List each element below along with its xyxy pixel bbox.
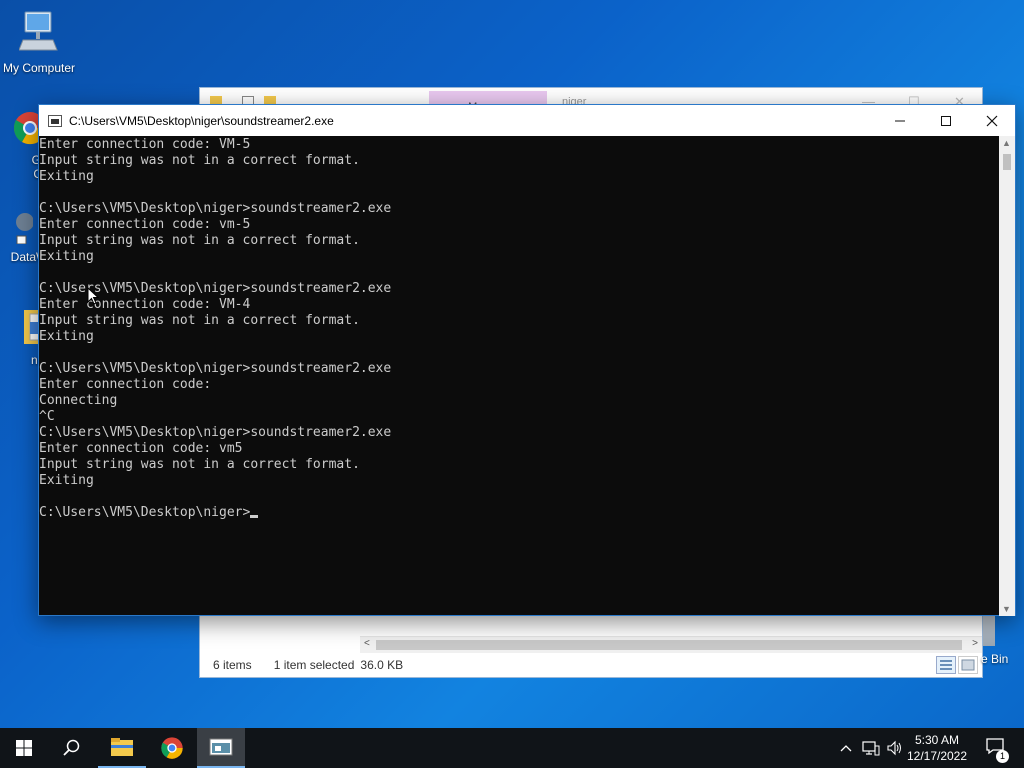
close-button[interactable] bbox=[969, 105, 1015, 136]
console-titlebar[interactable]: C:\Users\VM5\Desktop\niger\soundstreamer… bbox=[39, 105, 1015, 136]
console-line: Exiting bbox=[39, 169, 94, 184]
scrollbar-thumb[interactable] bbox=[1003, 154, 1011, 170]
file-explorer-icon bbox=[111, 738, 133, 756]
console-window[interactable]: C:\Users\VM5\Desktop\niger\soundstreamer… bbox=[38, 104, 1016, 616]
console-line: C:\Users\VM5\Desktop\niger>soundstreamer… bbox=[39, 361, 392, 376]
horizontal-scrollbar[interactable]: < > bbox=[360, 636, 982, 653]
console-line: C:\Users\VM5\Desktop\niger>soundstreamer… bbox=[39, 425, 392, 440]
minimize-icon bbox=[895, 120, 905, 121]
desktop-icon-label: e Bin bbox=[981, 652, 1009, 666]
console-line: Enter connection code: bbox=[39, 377, 212, 392]
desktop-icon-recycle-bin[interactable]: e Bin bbox=[975, 612, 1024, 666]
console-line: C:\Users\VM5\Desktop\niger>soundstreamer… bbox=[39, 281, 392, 296]
console-output[interactable]: Enter connection code: VM-5 Input string … bbox=[39, 136, 1000, 616]
console-line: Input string was not in a correct format… bbox=[39, 153, 360, 168]
scroll-down-icon[interactable]: ▼ bbox=[1002, 604, 1011, 614]
taskbar: 5:30 AM 12/17/2022 1 bbox=[0, 728, 1024, 768]
taskbar-chrome[interactable] bbox=[148, 728, 196, 768]
clock-date: 12/17/2022 bbox=[906, 749, 968, 763]
vertical-scrollbar[interactable]: ▲ ▼ bbox=[999, 136, 1015, 616]
chrome-icon bbox=[161, 737, 183, 759]
system-clock[interactable]: 5:30 AM 12/17/2022 bbox=[905, 732, 969, 764]
scroll-up-icon[interactable]: ▲ bbox=[1002, 138, 1011, 148]
scrollbar-thumb[interactable] bbox=[376, 640, 962, 650]
mouse-pointer-icon bbox=[87, 286, 100, 310]
console-line: Connecting bbox=[39, 393, 118, 408]
console-title: C:\Users\VM5\Desktop\niger\soundstreamer… bbox=[69, 113, 334, 128]
desktop-icon-my-computer[interactable]: My Computer bbox=[1, 10, 77, 75]
start-icon bbox=[16, 740, 32, 756]
console-line: Input string was not in a correct format… bbox=[39, 457, 360, 472]
taskbar-console[interactable] bbox=[197, 728, 245, 768]
volume-button[interactable] bbox=[884, 728, 906, 768]
notification-count-badge: 1 bbox=[996, 749, 1009, 763]
status-selected: 1 item selected bbox=[273, 658, 355, 672]
maximize-icon bbox=[941, 115, 951, 126]
start-button[interactable] bbox=[0, 728, 48, 768]
scroll-left-icon[interactable]: < bbox=[364, 638, 370, 649]
explorer-statusbar: 6 items 1 item selected 36.0 KB bbox=[200, 653, 982, 677]
minimize-button[interactable] bbox=[877, 105, 923, 136]
show-hidden-icons-button[interactable] bbox=[836, 728, 856, 768]
console-line: Exiting bbox=[39, 329, 94, 344]
network-button[interactable] bbox=[860, 728, 882, 768]
console-line: Exiting bbox=[39, 249, 94, 264]
chevron-up-icon bbox=[840, 745, 852, 752]
maximize-button[interactable] bbox=[923, 105, 969, 136]
console-line: C:\Users\VM5\Desktop\niger> bbox=[39, 505, 1000, 521]
recycle-bin-icon bbox=[983, 612, 995, 646]
details-view-button[interactable] bbox=[936, 656, 956, 674]
console-line: ^C bbox=[39, 409, 55, 424]
console-line: Enter connection code: VM-4 bbox=[39, 297, 251, 312]
console-line: Enter connection code: VM-5 bbox=[39, 137, 251, 152]
console-icon bbox=[48, 114, 62, 127]
console-line: Enter connection code: vm-5 bbox=[39, 217, 251, 232]
monitor-icon bbox=[1, 10, 77, 57]
desktop-icon-label: My Computer bbox=[2, 61, 76, 75]
console-line: Exiting bbox=[39, 473, 94, 488]
notification-icon: 1 bbox=[985, 737, 1009, 763]
console-line: Enter connection code: vm5 bbox=[39, 441, 243, 456]
console-line: C:\Users\VM5\Desktop\niger>soundstreamer… bbox=[39, 201, 392, 216]
clock-time: 5:30 AM bbox=[914, 733, 960, 747]
status-size: 36.0 KB bbox=[360, 658, 404, 672]
close-icon bbox=[986, 115, 998, 126]
search-icon bbox=[63, 739, 80, 756]
action-center-button[interactable]: 1 bbox=[980, 728, 1010, 768]
volume-icon bbox=[887, 740, 901, 756]
console-line: Input string was not in a correct format… bbox=[39, 233, 360, 248]
status-item-count: 6 items bbox=[213, 658, 252, 672]
search-button[interactable] bbox=[48, 728, 96, 768]
taskbar-file-explorer[interactable] bbox=[98, 728, 146, 768]
text-cursor bbox=[250, 515, 259, 518]
network-icon bbox=[862, 741, 880, 756]
console-icon bbox=[209, 738, 233, 756]
console-line: Input string was not in a correct format… bbox=[39, 313, 360, 328]
